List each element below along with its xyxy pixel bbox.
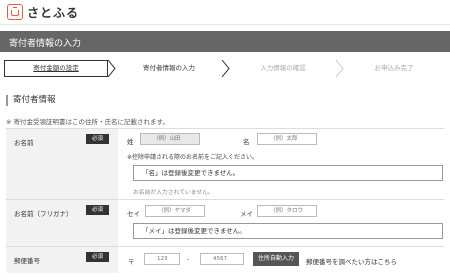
name-label: お名前 bbox=[14, 139, 34, 147]
zip-row-label: 郵便番号 必須 bbox=[6, 247, 118, 273]
section-note: ※ 寄付金受領証明書はこの住所・氏名に記載されます。 bbox=[6, 118, 169, 126]
logo-icon[interactable] bbox=[7, 4, 23, 20]
first-kana-label: メイ bbox=[240, 210, 253, 218]
required-badge: 必須 bbox=[86, 252, 109, 262]
name-row: お名前 必須 姓 名 ※控除申請される際のお名前をご記入ください。 「名」は登録… bbox=[6, 128, 444, 200]
zip-label: 郵便番号 bbox=[14, 257, 40, 265]
zip-separator: - bbox=[187, 255, 190, 263]
chevron-right-icon bbox=[222, 60, 230, 77]
required-badge: 必須 bbox=[86, 205, 109, 215]
zip-part2-input[interactable] bbox=[200, 253, 244, 265]
logo-text[interactable]: さとふる bbox=[27, 4, 79, 21]
step-amount: 寄付金額の設定 bbox=[4, 60, 108, 77]
name-notice: 「名」は登録後変更できません。 bbox=[133, 165, 443, 181]
kana-row-label: お名前（フリガナ） 必須 bbox=[6, 200, 118, 247]
first-name-label: 名 bbox=[243, 138, 250, 146]
kana-label: お名前（フリガナ） bbox=[14, 210, 73, 218]
first-kana-input[interactable] bbox=[257, 205, 317, 217]
kana-row: お名前（フリガナ） 必須 セイ メイ 「メイ」は登録後変更できません。 bbox=[6, 199, 444, 247]
address-autofill-button[interactable]: 住所自動入力 bbox=[253, 252, 299, 266]
progress-steps: 寄付金額の設定 寄付者情報の入力 入力情報の確認 お申込み完了 bbox=[4, 60, 446, 77]
name-hint: ※控除申請される際のお名前をご記入ください。 bbox=[127, 154, 259, 161]
zip-row: 郵便番号 必須 〒 - 住所自動入力 郵便番号を調べたい方はこちら bbox=[6, 246, 444, 273]
step-confirm: 入力情報の確認 bbox=[260, 64, 306, 72]
last-kana-label: セイ bbox=[127, 210, 140, 218]
chevron-right-icon bbox=[108, 60, 116, 77]
site-header: さとふる bbox=[0, 0, 450, 25]
section-title: 寄付者情報 bbox=[6, 95, 56, 106]
first-name-input[interactable] bbox=[257, 133, 317, 145]
step-complete: お申込み完了 bbox=[374, 64, 414, 72]
step-donor-info: 寄付者情報の入力 bbox=[143, 64, 195, 72]
zip-lookup-link[interactable]: 郵便番号を調べたい方はこちら bbox=[306, 256, 397, 266]
page-title: 寄付者情報の入力 bbox=[9, 39, 82, 49]
last-kana-input[interactable] bbox=[145, 205, 205, 217]
postal-mark: 〒 bbox=[128, 258, 135, 266]
chevron-right-icon bbox=[336, 60, 344, 77]
page-title-bar: 寄付者情報の入力 bbox=[0, 31, 450, 52]
name-row-label: お名前 必須 bbox=[6, 129, 118, 200]
name-error: お名前が入力されていません。 bbox=[133, 190, 214, 196]
zip-part1-input[interactable] bbox=[144, 253, 180, 265]
required-badge: 必須 bbox=[86, 134, 109, 144]
kana-notice: 「メイ」は登録後変更できません。 bbox=[133, 223, 443, 239]
last-name-input[interactable] bbox=[140, 133, 200, 145]
last-name-label: 姓 bbox=[127, 138, 134, 146]
